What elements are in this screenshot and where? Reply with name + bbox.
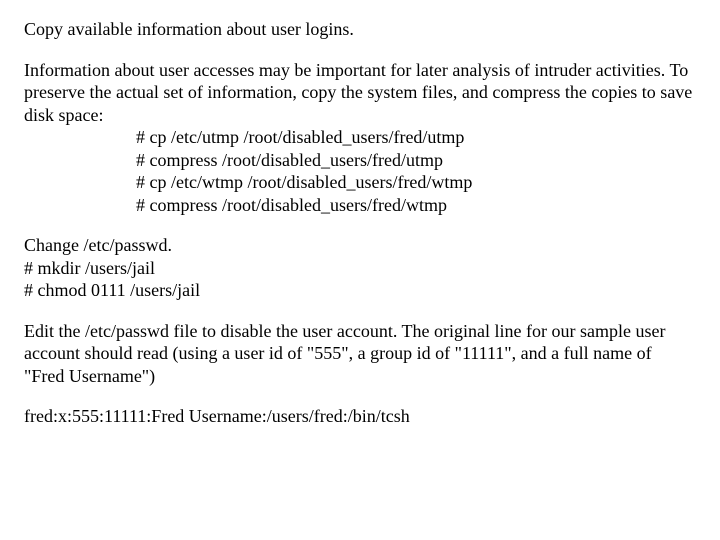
- section1-commands: # cp /etc/utmp /root/disabled_users/fred…: [24, 126, 696, 216]
- command-line: # compress /root/disabled_users/fred/utm…: [136, 149, 696, 172]
- command-line: # compress /root/disabled_users/fred/wtm…: [136, 194, 696, 217]
- document-page: Copy available information about user lo…: [0, 0, 720, 428]
- section2-heading: Change /etc/passwd.: [24, 234, 696, 257]
- section3-text: Edit the /etc/passwd file to disable the…: [24, 320, 696, 388]
- passwd-line: fred:x:555:11111:Fred Username:/users/fr…: [24, 405, 696, 428]
- section2-block: Change /etc/passwd. # mkdir /users/jail …: [24, 234, 696, 302]
- section1-heading: Copy available information about user lo…: [24, 18, 696, 41]
- command-line: # cp /etc/utmp /root/disabled_users/fred…: [136, 126, 696, 149]
- command-line: # mkdir /users/jail: [24, 257, 696, 280]
- command-line: # chmod 0111 /users/jail: [24, 279, 696, 302]
- section1-block: Information about user accesses may be i…: [24, 59, 696, 217]
- section1-intro: Information about user accesses may be i…: [24, 59, 696, 127]
- command-line: # cp /etc/wtmp /root/disabled_users/fred…: [136, 171, 696, 194]
